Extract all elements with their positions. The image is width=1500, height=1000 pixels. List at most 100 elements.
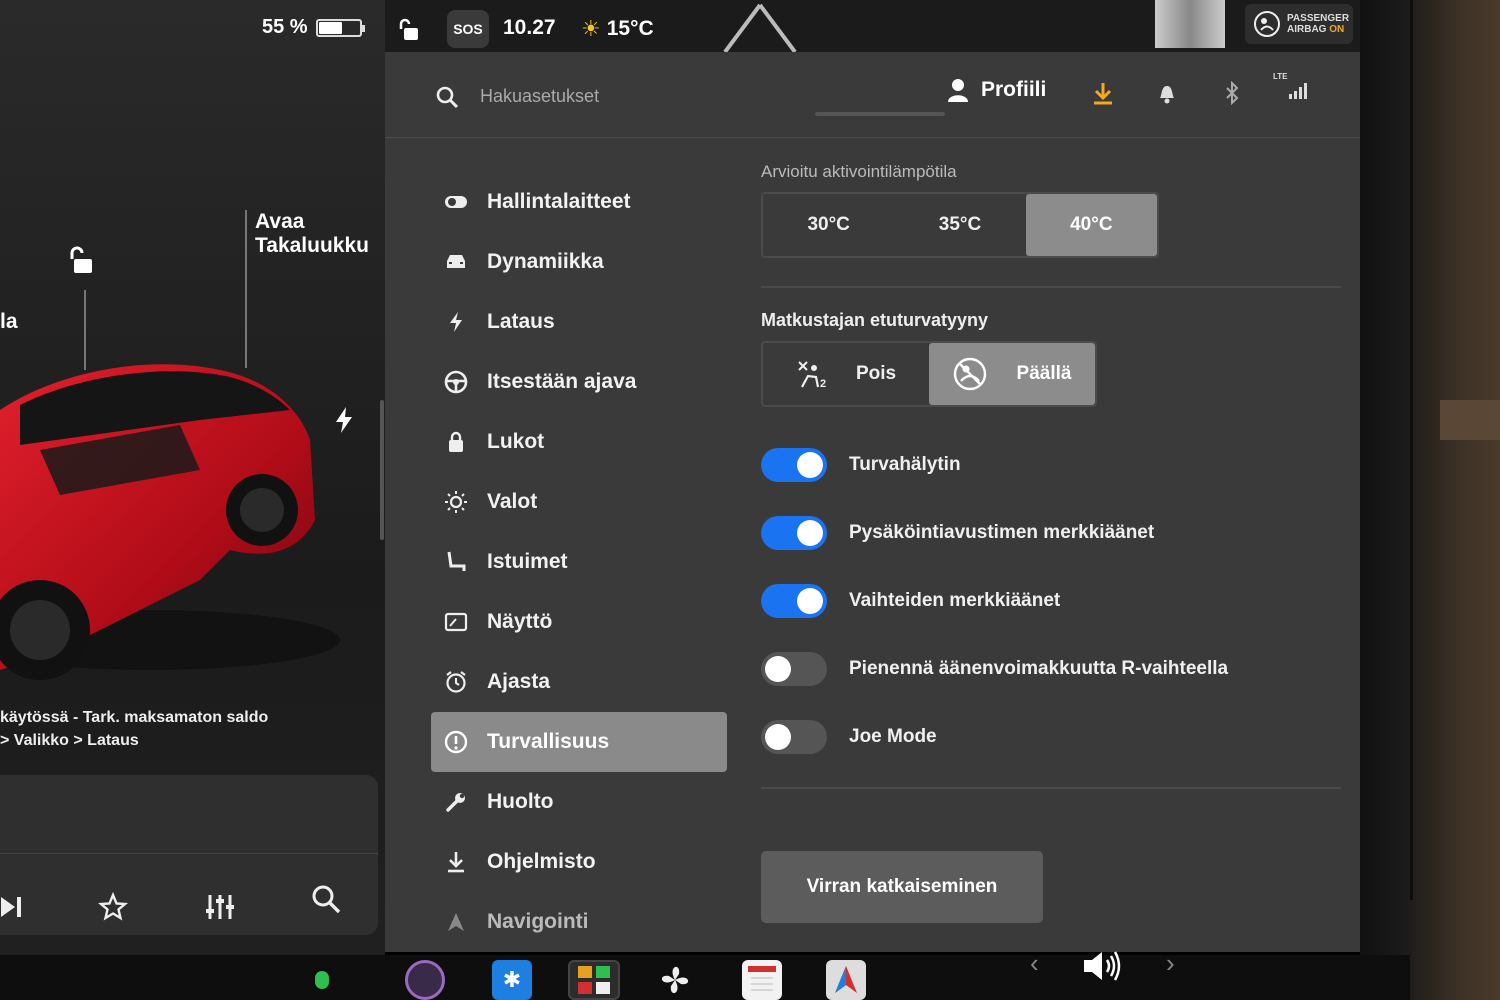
power-off-button[interactable]: Virran katkaiseminen (761, 851, 1043, 923)
menu-item-label: Huolto (487, 790, 554, 813)
open-trunk-label-1: Avaa (255, 210, 305, 233)
bluetooth-icon[interactable] (1217, 78, 1247, 108)
screen-bezel (1360, 0, 1500, 1000)
menu-item-ajasta[interactable]: Ajasta (431, 652, 731, 712)
toggle-label: Joe Mode (849, 726, 937, 747)
temp-option[interactable]: 40°C (1025, 194, 1157, 256)
toggle-label: Turvahälytin (849, 454, 961, 475)
bluetooth-app-icon[interactable]: ✱ (492, 960, 532, 1000)
toggle-label: Pienennä äänenvoimakkuutta R-vaihteella (849, 658, 1229, 679)
menu-item-valot[interactable]: Valot (431, 472, 731, 532)
next-track-icon[interactable] (0, 887, 32, 927)
lock-icon (443, 429, 469, 455)
airbag-on-option[interactable]: Päällä (929, 343, 1095, 405)
battery-percent: 55 % (262, 16, 308, 38)
search-icon[interactable] (435, 85, 459, 109)
sos-button[interactable]: SOS (447, 10, 489, 48)
menu-item-itsestään-ajava[interactable]: Itsestään ajava (431, 352, 731, 412)
alarm-clock-icon (443, 669, 469, 695)
seat-icon (443, 549, 469, 575)
outside-temperature: 15°C (606, 17, 654, 40)
toggle-list: Turvahälytin Pysäköintiavustimen merkkiää… (761, 431, 1341, 771)
search-settings-input[interactable] (480, 86, 780, 107)
toggle-label: Vaihteiden merkkiäänet (849, 590, 1061, 611)
dashboard-trim (1440, 400, 1500, 440)
toggle-switch[interactable] (761, 448, 827, 482)
battery-status: 55 % (262, 16, 365, 39)
toggle-row: Pysäköintiavustimen merkkiäänet (761, 499, 1341, 567)
menu-item-label: Ajasta (487, 670, 551, 693)
menu-item-label: Hallintalaitteet (487, 190, 631, 213)
menu-item-navigointi[interactable]: Navigointi (431, 892, 731, 952)
settings-screen: Profiili LTE Hallintalaitteet Dynamiikka L… (385, 52, 1360, 952)
menu-item-hallintalaitteet[interactable]: Hallintalaitteet (431, 172, 731, 232)
menu-item-label: Istuimet (487, 550, 568, 573)
media-player (0, 775, 378, 935)
airbag-line-1: PASSENGER (1287, 13, 1350, 24)
temp-option[interactable]: 30°C (763, 194, 894, 256)
software-download-icon[interactable] (1088, 78, 1118, 108)
calendar-icon[interactable] (742, 960, 782, 1000)
lte-signal-icon: LTE (1273, 72, 1313, 102)
car-icon (443, 249, 469, 275)
favorite-star-icon[interactable] (93, 887, 133, 927)
toggle-switch[interactable] (761, 584, 827, 618)
menu-item-turvallisuus[interactable]: Turvallisuus (431, 712, 727, 772)
lane-graphic (1155, 0, 1225, 48)
toggle-row: Joe Mode (761, 703, 1341, 771)
leader-line (245, 210, 247, 368)
toggle-knob (797, 452, 823, 478)
navigation-icon (443, 909, 469, 935)
toggle-knob (797, 520, 823, 546)
toggle-label: Pysäköintiavustimen merkkiäänet (849, 522, 1155, 543)
camera-icon[interactable] (405, 960, 445, 1000)
menu-item-huolto[interactable]: Huolto (431, 772, 731, 832)
menu-item-dynamiikka[interactable]: Dynamiikka (431, 232, 731, 292)
bell-icon[interactable] (1152, 78, 1182, 108)
menu-item-label: Dynamiikka (487, 250, 604, 273)
apps-launcher-icon[interactable] (568, 960, 620, 1000)
menu-item-istuimet[interactable]: Istuimet (431, 532, 731, 592)
volume-icon[interactable] (1080, 948, 1124, 992)
toggle-knob (765, 724, 791, 750)
phone-icon[interactable] (310, 960, 334, 1000)
wrench-icon (443, 789, 469, 815)
open-trunk-button[interactable]: Avaa Takaluukku (255, 210, 369, 258)
menu-item-label: Navigointi (487, 910, 589, 933)
climate-fan-icon[interactable] (655, 960, 695, 1000)
menu-item-label: Lataus (487, 310, 555, 333)
toggle-switch[interactable] (761, 516, 827, 550)
scrollbar[interactable] (380, 400, 384, 540)
volume-down-arrow[interactable]: ‹ (1030, 948, 1039, 979)
charge-status-line: käytössä - Tark. maksamaton saldo (0, 709, 269, 726)
passenger-airbag-indicator: PASSENGER AIRBAG ON (1245, 4, 1353, 44)
profile-button[interactable]: Profiili (947, 78, 1046, 102)
unlock-icon[interactable] (66, 245, 98, 277)
toggle-switch[interactable] (761, 652, 827, 686)
media-search-icon[interactable] (306, 879, 346, 919)
equalizer-icon[interactable] (200, 887, 240, 927)
open-trunk-label-2: Takaluukku (255, 234, 369, 257)
road-graphic (723, 3, 797, 52)
bolt-icon (443, 309, 469, 335)
menu-item-ohjelmisto[interactable]: Ohjelmisto (431, 832, 731, 892)
airbag-line-2: AIRBAG (1287, 24, 1327, 35)
airbag-off-option[interactable]: 2 Pois (763, 343, 929, 405)
safety-settings: Arvioitu aktivointilämpötila 30°C 35°C 40°… (761, 162, 1341, 923)
menu-item-label: Turvallisuus (487, 730, 610, 753)
menu-item-näyttö[interactable]: Näyttö (431, 592, 731, 652)
airbag-off-label: Pois (855, 363, 897, 384)
lock-status-icon[interactable] (397, 18, 421, 42)
navigation-app-icon[interactable] (826, 960, 866, 1000)
volume-up-arrow[interactable]: › (1166, 948, 1175, 979)
toggle-switch[interactable] (761, 720, 827, 754)
download-icon (443, 849, 469, 875)
profile-label: Profiili (981, 78, 1047, 101)
menu-item-lataus[interactable]: Lataus (431, 292, 731, 352)
alert-circle-icon (443, 729, 469, 755)
activation-temp-label: Arvioitu aktivointilämpötila (761, 162, 957, 181)
temp-option[interactable]: 35°C (894, 194, 1025, 256)
menu-item-lukot[interactable]: Lukot (431, 412, 731, 472)
app-dock (0, 955, 1410, 1000)
steering-wheel-icon (443, 369, 469, 395)
